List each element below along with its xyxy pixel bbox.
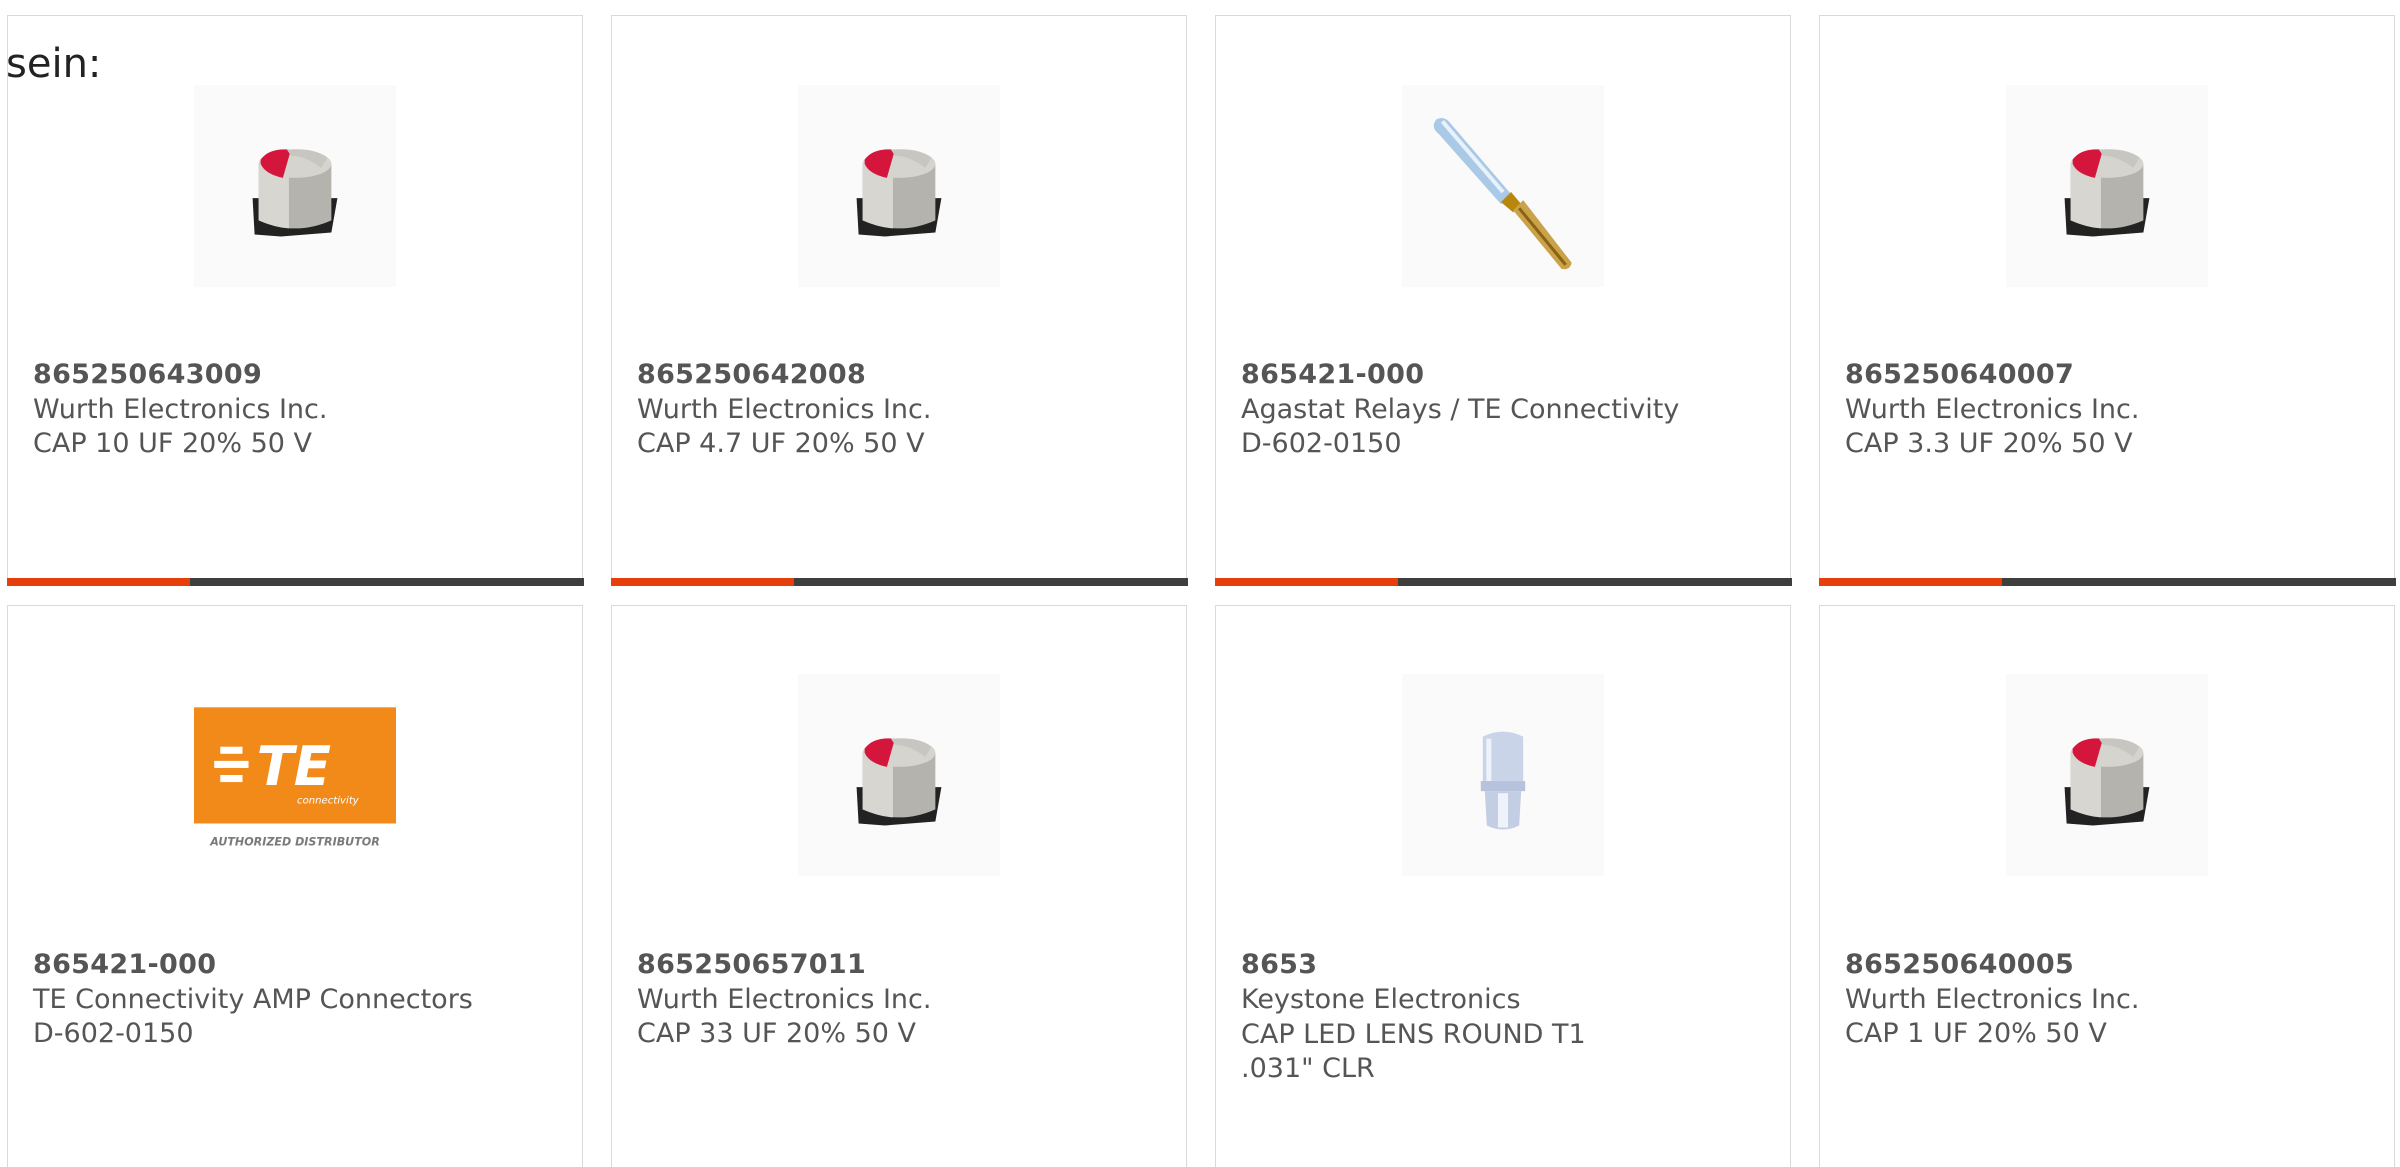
description-label: CAP 1 UF 20% 50 V — [1845, 1018, 2107, 1049]
product-grid-page: sein: 865250643009 Wurth Electronics Inc… — [0, 0, 2400, 1167]
description-label: D-602-0150 — [33, 1018, 194, 1049]
manufacturer-label: Wurth Electronics Inc. — [1845, 394, 2140, 425]
product-card[interactable]: 865421-000 Agastat Relays / TE Connectiv… — [1214, 15, 1792, 586]
capacitor-image[interactable] — [798, 85, 1000, 287]
part-number-link[interactable]: 865421-000 — [33, 949, 216, 980]
manufacturer-label: Wurth Electronics Inc. — [637, 394, 932, 425]
card-accent-bar — [1214, 578, 1792, 586]
capacitor-image[interactable] — [798, 674, 1000, 876]
part-number-link[interactable]: 865250657011 — [637, 949, 866, 980]
manufacturer-label: Agastat Relays / TE Connectivity — [1241, 394, 1680, 425]
manufacturer-label: TE Connectivity AMP Connectors — [33, 984, 473, 1015]
part-number-link[interactable]: 865250640005 — [1845, 949, 2074, 980]
capacitor-image[interactable] — [2006, 674, 2208, 876]
description-label: CAP 3.3 UF 20% 50 V — [1845, 428, 2133, 459]
capacitor-image[interactable] — [2006, 85, 2208, 287]
part-number-link[interactable]: 8653 — [1241, 949, 1317, 980]
manufacturer-label: Wurth Electronics Inc. — [33, 394, 328, 425]
manufacturer-label: Keystone Electronics — [1241, 984, 1521, 1015]
card-accent-bar — [6, 578, 584, 586]
intro-text: sein: — [6, 41, 102, 87]
product-card[interactable]: 865250643009 Wurth Electronics Inc. CAP … — [6, 15, 584, 586]
product-card[interactable]: 865250640005 Wurth Electronics Inc. CAP … — [1819, 605, 2395, 1167]
description-label: D-602-0150 — [1241, 428, 1402, 459]
led-lens-cap-image[interactable] — [1402, 674, 1604, 876]
description-label: CAP 10 UF 20% 50 V — [33, 428, 313, 459]
product-card[interactable]: 865250640007 Wurth Electronics Inc. CAP … — [1818, 15, 2396, 586]
manufacturer-label: Wurth Electronics Inc. — [1845, 984, 2140, 1015]
card-accent-bar — [610, 578, 1188, 586]
product-card[interactable]: 865250642008 Wurth Electronics Inc. CAP … — [610, 15, 1188, 586]
card-accent-bar — [1818, 578, 2396, 586]
part-number-link[interactable]: 865250640007 — [1845, 359, 2074, 390]
te-logo-caption: AUTHORIZED DISTRIBUTOR — [209, 836, 380, 849]
description-label: CAP LED LENS ROUND T1 .031" CLR — [1241, 1019, 1586, 1084]
product-card[interactable]: TE connectivity AUTHORIZED DISTRIBUTOR 8… — [7, 605, 583, 1167]
description-label: CAP 4.7 UF 20% 50 V — [637, 428, 925, 459]
te-logo-text: TE — [257, 734, 331, 798]
part-number-link[interactable]: 865250643009 — [33, 359, 262, 390]
te-logo-subtext: connectivity — [297, 795, 360, 806]
manufacturer-label: Wurth Electronics Inc. — [637, 984, 932, 1015]
te-logo-image[interactable]: TE connectivity AUTHORIZED DISTRIBUTOR — [194, 674, 396, 876]
product-card[interactable]: 865250657011 Wurth Electronics Inc. CAP … — [611, 605, 1187, 1167]
description-label: CAP 33 UF 20% 50 V — [637, 1018, 917, 1049]
part-number-link[interactable]: 865421-000 — [1241, 359, 1424, 390]
connector-contact-image[interactable] — [1402, 85, 1604, 287]
product-card[interactable]: 8653 Keystone Electronics CAP LED LENS R… — [1215, 605, 1791, 1167]
part-number-link[interactable]: 865250642008 — [637, 359, 866, 390]
capacitor-image[interactable] — [194, 85, 396, 287]
